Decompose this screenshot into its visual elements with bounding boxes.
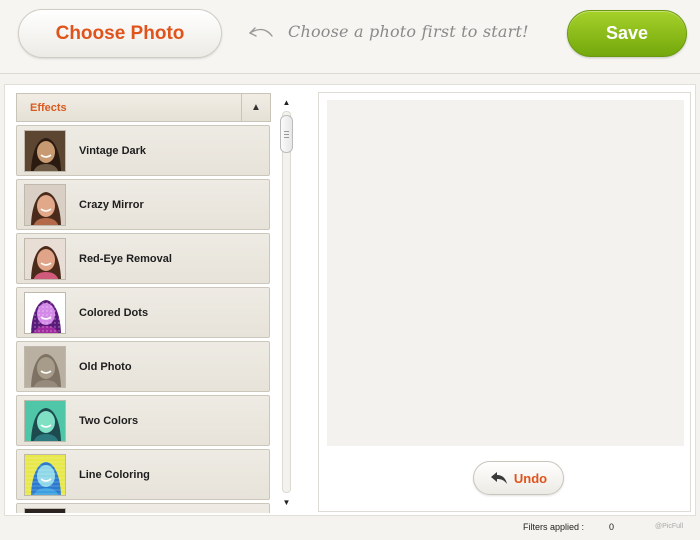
effects-scrollbar[interactable]: ▲ ▼ bbox=[277, 93, 296, 511]
effect-item-colored-dots[interactable]: Colored Dots bbox=[16, 287, 270, 338]
effect-item-partial[interactable] bbox=[16, 503, 270, 513]
effect-item-red-eye[interactable]: Red-Eye Removal bbox=[16, 233, 270, 284]
effect-thumbnail bbox=[24, 130, 66, 172]
filters-applied-label: Filters applied : bbox=[523, 522, 585, 532]
effect-item-old-photo[interactable]: Old Photo bbox=[16, 341, 270, 392]
effects-panel: Effects ▲ Vintage Dark Crazy Mirror Red-Ey… bbox=[16, 93, 271, 513]
curved-arrow-left-icon bbox=[249, 27, 273, 37]
undo-button[interactable]: Undo bbox=[473, 461, 564, 495]
scroll-grip bbox=[284, 137, 289, 138]
effect-thumbnail bbox=[24, 508, 66, 513]
effect-thumbnail bbox=[24, 238, 66, 280]
effect-item-line-coloring[interactable]: Line Coloring bbox=[16, 449, 270, 500]
effect-thumbnail bbox=[24, 454, 66, 496]
effect-thumbnail bbox=[24, 400, 66, 442]
effect-thumbnail bbox=[24, 184, 66, 226]
effect-item-two-colors[interactable]: Two Colors bbox=[16, 395, 270, 446]
scroll-up-triangle-up-icon[interactable]: ▲ bbox=[277, 93, 296, 111]
scroll-thumb[interactable] bbox=[280, 115, 293, 153]
effects-header[interactable]: Effects ▲ bbox=[16, 93, 271, 122]
scroll-down-triangle-down-icon[interactable]: ▼ bbox=[277, 493, 296, 511]
effect-item-crazy-mirror[interactable]: Crazy Mirror bbox=[16, 179, 270, 230]
scroll-grip bbox=[284, 134, 289, 135]
effect-label: Two Colors bbox=[79, 414, 139, 427]
effect-thumbnail bbox=[24, 292, 66, 334]
effect-label: Vintage Dark bbox=[79, 144, 147, 157]
preview-panel: Undo bbox=[318, 92, 691, 512]
undo-arrow-icon bbox=[490, 472, 507, 484]
hint-text: Choose a photo first to start! bbox=[288, 22, 529, 41]
effect-label: Line Coloring bbox=[79, 468, 150, 481]
effect-label: Old Photo bbox=[79, 360, 132, 373]
choose-photo-button[interactable]: Choose Photo bbox=[18, 9, 222, 58]
effect-label: Crazy Mirror bbox=[79, 198, 144, 211]
scroll-track[interactable] bbox=[282, 111, 291, 493]
effect-list: Vintage Dark Crazy Mirror Red-Eye Removal C… bbox=[16, 125, 271, 513]
brand-watermark: @PicFull bbox=[655, 523, 684, 530]
effect-label: Red-Eye Removal bbox=[79, 252, 172, 265]
effect-thumbnail bbox=[24, 346, 66, 388]
undo-label: Undo bbox=[513, 470, 548, 486]
scroll-grip bbox=[284, 131, 289, 132]
collapse-triangle-up-icon[interactable]: ▲ bbox=[241, 94, 270, 121]
filters-applied-count: 0 bbox=[609, 522, 615, 532]
photo-preview-canvas bbox=[327, 100, 684, 446]
effects-title: Effects bbox=[30, 101, 67, 114]
save-button[interactable]: Save bbox=[567, 10, 687, 57]
effect-label: Colored Dots bbox=[79, 306, 149, 319]
top-bar: Choose Photo Choose a photo first to sta… bbox=[0, 0, 700, 74]
effect-item-vintage-dark[interactable]: Vintage Dark bbox=[16, 125, 270, 176]
